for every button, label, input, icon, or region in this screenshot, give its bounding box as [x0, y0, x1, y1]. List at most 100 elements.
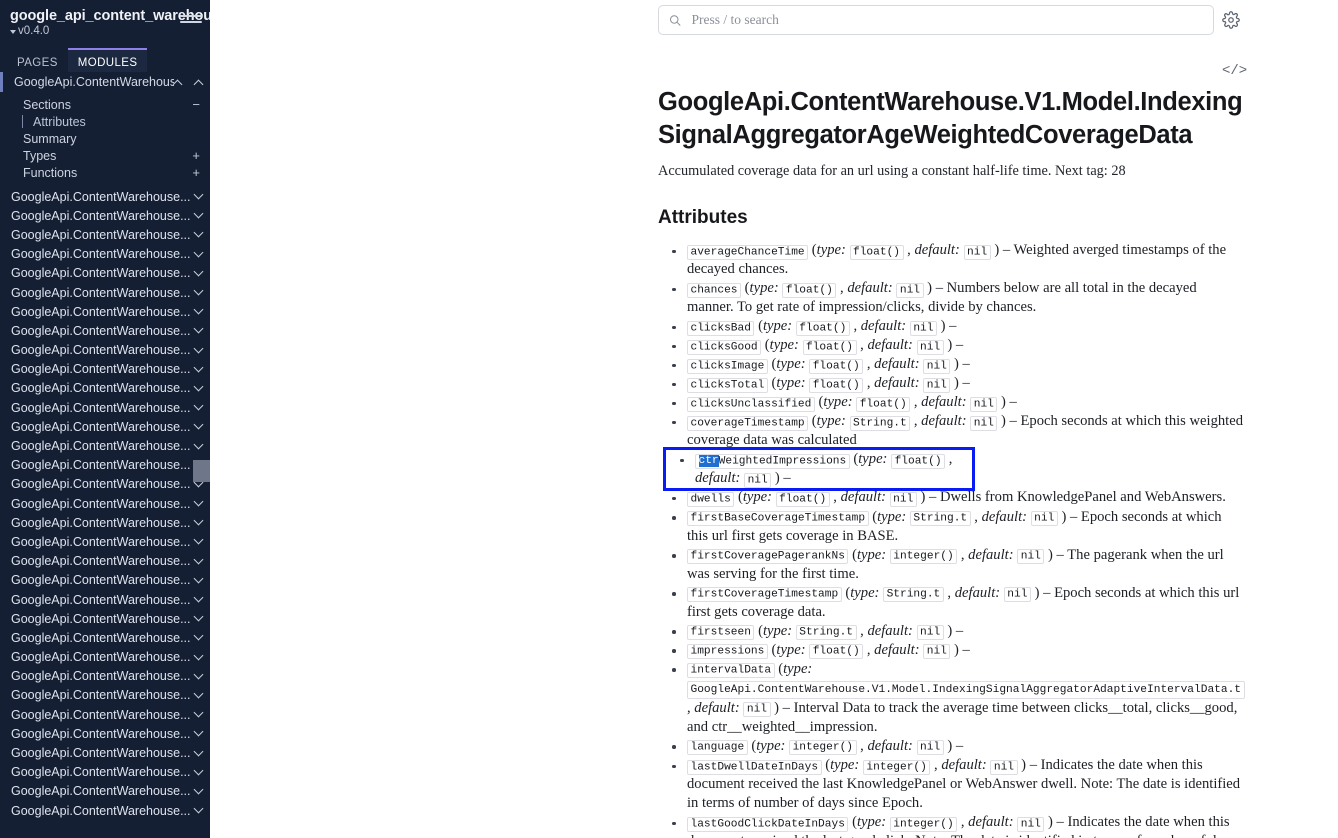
sidebar-module-item[interactable]: GoogleApi.ContentWarehouse...	[0, 417, 210, 436]
version-row[interactable]: v0.4.0	[10, 25, 200, 37]
search-box[interactable]	[658, 5, 1214, 35]
sidebar-module-item[interactable]: GoogleApi.ContentWarehouse...	[0, 398, 210, 417]
sidebar-module-item[interactable]: GoogleApi.ContentWarehouse...	[0, 743, 210, 762]
sidebar-item-functions[interactable]: Functions +	[0, 164, 210, 181]
chevron-down-icon[interactable]	[193, 784, 204, 795]
chevron-down-icon[interactable]	[193, 669, 204, 680]
chevron-down-icon[interactable]	[193, 726, 204, 737]
collapse-toggle[interactable]: −	[192, 98, 200, 111]
sidebar-item-sections[interactable]: Sections −	[0, 96, 210, 113]
type-label: type:	[742, 489, 772, 506]
chevron-down-icon[interactable]	[193, 343, 204, 354]
chevron-down-icon[interactable]	[193, 189, 204, 200]
chevron-down-icon[interactable]	[193, 688, 204, 699]
close-paren: )	[1044, 546, 1053, 563]
chevron-down-icon[interactable]	[193, 381, 204, 392]
sidebar-module-item[interactable]: GoogleApi.ContentWarehouse...	[0, 513, 210, 532]
sidebar-module-item[interactable]: GoogleApi.ContentWarehouse...	[0, 379, 210, 398]
sidebar-module-item[interactable]: GoogleApi.ContentWarehouse...	[0, 475, 210, 494]
sidebar-item-summary[interactable]: Summary	[0, 130, 210, 147]
sidebar-module-item[interactable]: GoogleApi.ContentWarehouse...	[0, 187, 210, 206]
sidebar-module-item[interactable]: GoogleApi.ContentWarehouse...	[0, 206, 210, 225]
sidebar-module-item[interactable]: GoogleApi.ContentWarehouse...	[0, 341, 210, 360]
default-label: default:	[921, 394, 967, 411]
attribute-type: float()	[891, 453, 946, 469]
attribute-item: impressions (type: float() , default: ni…	[658, 641, 1244, 660]
chevron-down-icon[interactable]	[193, 285, 204, 296]
chevron-down-icon[interactable]	[193, 803, 204, 814]
chevron-down-icon[interactable]	[193, 400, 204, 411]
chevron-down-icon[interactable]	[193, 304, 204, 315]
attribute-item: ctrWeightedImpressions (type: float() , …	[663, 447, 975, 492]
sidebar-module-item[interactable]: GoogleApi.ContentWarehouse...	[0, 494, 210, 513]
hamburger-icon[interactable]	[180, 10, 202, 28]
sidebar-module-label: GoogleApi.ContentWarehouse...	[11, 784, 191, 799]
expand-toggle-functions[interactable]: +	[192, 166, 200, 179]
chevron-down-icon[interactable]	[193, 439, 204, 449]
chevron-down-icon[interactable]	[193, 323, 204, 334]
attribute-name: lastGoodClickDateInDays	[687, 816, 849, 832]
chevron-down-icon[interactable]	[193, 746, 204, 756]
chevron-up-icon[interactable]	[172, 79, 183, 89]
expand-toggle-types[interactable]: +	[192, 149, 200, 162]
sidebar-module-item[interactable]: GoogleApi.ContentWarehouse...	[0, 456, 210, 475]
description-dash: –	[999, 242, 1014, 259]
chevron-down-icon[interactable]	[193, 611, 204, 622]
search-input[interactable]	[689, 11, 1203, 29]
sidebar-module-item[interactable]: GoogleApi.ContentWarehouse...	[0, 245, 210, 264]
sidebar-nav-scroll[interactable]: GoogleApi.ContentWarehouse... Sections −…	[0, 72, 210, 838]
chevron-down-icon[interactable]	[193, 266, 204, 277]
sidebar-module-item[interactable]: GoogleApi.ContentWarehouse...	[0, 763, 210, 782]
chevron-down-icon[interactable]	[193, 573, 204, 584]
description-dash: –	[925, 489, 940, 506]
code-icon[interactable]: </>	[1222, 63, 1247, 79]
attribute-name: averageChanceTime	[687, 244, 809, 260]
sidebar-module-item[interactable]: GoogleApi.ContentWarehouse...	[0, 705, 210, 724]
chevron-down-icon[interactable]	[193, 247, 204, 258]
sidebar-item-types[interactable]: Types +	[0, 147, 210, 164]
type-label: type:	[850, 584, 880, 601]
sidebar-module-item[interactable]: GoogleApi.ContentWarehouse...	[0, 321, 210, 340]
chevron-down-icon[interactable]	[193, 650, 204, 661]
chevron-down-icon[interactable]	[193, 362, 204, 373]
sidebar-module-item[interactable]: GoogleApi.ContentWarehouse...	[0, 628, 210, 647]
sidebar-module-item[interactable]: GoogleApi.ContentWarehouse...	[0, 724, 210, 743]
sidebar-module-item[interactable]: GoogleApi.ContentWarehouse...	[0, 360, 210, 379]
sidebar-module-item[interactable]: GoogleApi.ContentWarehouse...	[0, 648, 210, 667]
chevron-down-icon[interactable]	[193, 765, 204, 776]
chevron-up-icon-outer[interactable]	[193, 79, 204, 89]
sidebar-module-item[interactable]: GoogleApi.ContentWarehouse...	[0, 264, 210, 283]
description-dash: –	[952, 737, 964, 754]
sidebar-active-module[interactable]: GoogleApi.ContentWarehouse...	[0, 72, 210, 92]
sidebar-module-item[interactable]: GoogleApi.ContentWarehouse...	[0, 571, 210, 590]
sidebar-module-item[interactable]: GoogleApi.ContentWarehouse...	[0, 686, 210, 705]
chevron-down-icon[interactable]	[193, 630, 204, 641]
sidebar-module-item[interactable]: GoogleApi.ContentWarehouse...	[0, 225, 210, 244]
type-label: type:	[877, 508, 907, 525]
sidebar-module-item[interactable]: GoogleApi.ContentWarehouse...	[0, 782, 210, 801]
chevron-down-icon[interactable]	[193, 515, 204, 526]
chevron-down-icon[interactable]	[193, 419, 204, 430]
sidebar-module-item[interactable]: GoogleApi.ContentWarehouse...	[0, 801, 210, 820]
sidebar-module-item[interactable]: GoogleApi.ContentWarehouse...	[0, 302, 210, 321]
chevron-down-icon[interactable]	[193, 554, 204, 565]
sidebar-module-item[interactable]: GoogleApi.ContentWarehouse...	[0, 283, 210, 302]
chevron-down-icon[interactable]	[193, 208, 204, 219]
sidebar-scrollbar-thumb[interactable]	[193, 460, 210, 482]
sidebar-module-item[interactable]: GoogleApi.ContentWarehouse...	[0, 552, 210, 571]
sidebar-module-item[interactable]: GoogleApi.ContentWarehouse...	[0, 532, 210, 551]
description-dash: –	[1005, 413, 1021, 430]
chevron-down-icon[interactable]	[193, 496, 204, 507]
chevron-down-icon[interactable]	[193, 535, 204, 545]
sidebar-module-item[interactable]: GoogleApi.ContentWarehouse...	[0, 667, 210, 686]
chevron-down-icon[interactable]	[193, 707, 204, 718]
chevron-down-icon[interactable]	[193, 592, 204, 603]
attribute-type: float()	[809, 644, 864, 660]
sidebar-module-item[interactable]: GoogleApi.ContentWarehouse...	[0, 590, 210, 609]
gear-icon[interactable]	[1222, 11, 1240, 29]
sidebar-module-label: GoogleApi.ContentWarehouse...	[11, 247, 191, 262]
sidebar-module-item[interactable]: GoogleApi.ContentWarehouse...	[0, 436, 210, 455]
sidebar-module-item[interactable]: GoogleApi.ContentWarehouse...	[0, 609, 210, 628]
sidebar-item-attributes[interactable]: Attributes	[0, 113, 210, 130]
chevron-down-icon[interactable]	[193, 228, 204, 238]
